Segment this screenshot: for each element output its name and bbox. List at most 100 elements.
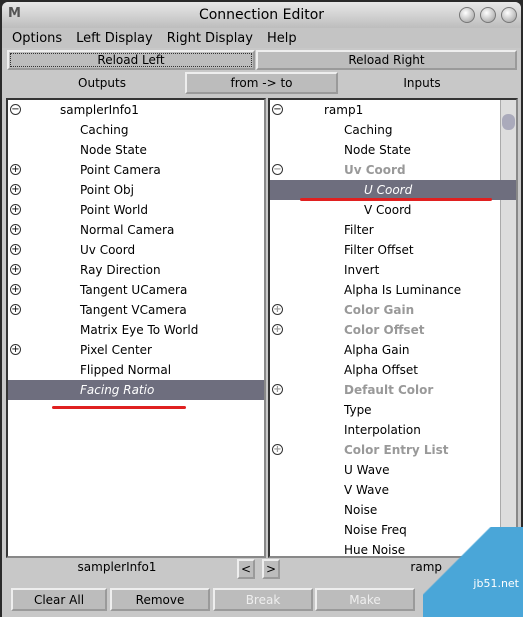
list-item[interactable]: + Point World (8, 200, 264, 220)
reload-left-button[interactable]: Reload Left (7, 50, 255, 70)
list-item[interactable]: Node State (270, 140, 516, 160)
item-label: Facing Ratio (80, 383, 155, 397)
collapse-icon[interactable]: − (272, 164, 283, 175)
expand-icon[interactable]: + (10, 184, 21, 195)
minimize-button[interactable] (459, 7, 475, 23)
item-label: Matrix Eye To World (80, 323, 199, 337)
menu-right-display[interactable]: Right Display (167, 31, 253, 46)
make-button[interactable]: Make (315, 588, 415, 611)
item-label: U Wave (344, 463, 390, 477)
list-item[interactable]: V Wave (270, 480, 516, 500)
item-label: Tangent VCamera (80, 303, 187, 317)
item-label: Noise (344, 503, 378, 517)
expand-icon[interactable]: + (10, 204, 21, 215)
expand-icon[interactable]: + (10, 304, 21, 315)
list-item[interactable]: + Default Color (270, 380, 516, 400)
list-item[interactable]: + Point Obj (8, 180, 264, 200)
item-label: samplerInfo1 (60, 103, 139, 117)
item-label: Default Color (344, 383, 434, 397)
list-item[interactable]: Matrix Eye To World (8, 320, 264, 340)
menu-left-display[interactable]: Left Display (76, 31, 153, 46)
menu-options[interactable]: Options (12, 31, 62, 46)
expand-icon[interactable]: + (272, 384, 283, 395)
list-item[interactable]: − ramp1 (270, 100, 516, 120)
expand-icon[interactable]: + (10, 284, 21, 295)
collapse-icon[interactable]: − (10, 104, 21, 115)
title-bar: M Connection Editor (2, 2, 521, 28)
item-label: Caching (344, 123, 393, 137)
list-item[interactable]: − samplerInfo1 (8, 100, 264, 120)
list-item[interactable]: Type (270, 400, 516, 420)
inputs-list[interactable]: − ramp1 Caching Node State − Uv Coord U Coord V… (268, 98, 518, 558)
item-label: Point World (80, 203, 148, 217)
list-item[interactable]: + Color Entry List (270, 440, 516, 460)
item-label: Ray Direction (80, 263, 161, 277)
prev-button[interactable]: < (237, 559, 255, 579)
break-button[interactable]: Break (213, 588, 313, 611)
expand-icon[interactable]: + (272, 324, 283, 335)
item-label: Color Gain (344, 303, 415, 317)
item-label: Interpolation (344, 423, 421, 437)
window-title: Connection Editor (198, 7, 325, 23)
expand-icon[interactable]: + (10, 344, 21, 355)
list-item[interactable]: U Wave (270, 460, 516, 480)
item-label: Caching (80, 123, 129, 137)
reload-right-button[interactable]: Reload Right (256, 50, 517, 70)
list-item[interactable]: + Color Gain (270, 300, 516, 320)
list-item[interactable]: + Pixel Center (8, 340, 264, 360)
list-item[interactable]: + Tangent VCamera (8, 300, 264, 320)
list-item[interactable]: Alpha Is Luminance (270, 280, 516, 300)
expand-icon[interactable]: + (10, 264, 21, 275)
list-item[interactable]: − Uv Coord (270, 160, 516, 180)
list-item[interactable]: Alpha Offset (270, 360, 516, 380)
list-item[interactable]: Interpolation (270, 420, 516, 440)
item-label: Color Offset (344, 323, 425, 337)
item-label: Hue Noise (344, 543, 406, 557)
list-item[interactable]: + Ray Direction (8, 260, 264, 280)
expand-icon[interactable]: + (10, 224, 21, 235)
list-item[interactable]: Flipped Normal (8, 360, 264, 380)
item-label: Color Entry List (344, 443, 449, 457)
list-item[interactable]: V Coord (270, 200, 516, 220)
menu-help[interactable]: Help (267, 31, 297, 46)
from-to-button[interactable]: from -> to (185, 72, 338, 94)
list-item[interactable]: Facing Ratio (8, 380, 264, 400)
close-button[interactable] (501, 7, 517, 23)
outputs-list[interactable]: − samplerInfo1 Caching Node State + Point Cam… (6, 98, 266, 558)
expand-icon[interactable]: + (10, 164, 21, 175)
maximize-button[interactable] (480, 7, 496, 23)
list-item[interactable]: Caching (8, 120, 264, 140)
expand-icon[interactable]: + (10, 244, 21, 255)
item-label: Filter Offset (344, 243, 414, 257)
expand-icon[interactable]: + (272, 304, 283, 315)
outputs-label: Outputs (78, 76, 126, 90)
item-label: Alpha Gain (344, 343, 410, 357)
item-label: Flipped Normal (80, 363, 172, 377)
item-label: Node State (80, 143, 147, 157)
list-item[interactable]: Filter Offset (270, 240, 516, 260)
list-item[interactable]: + Tangent UCamera (8, 280, 264, 300)
item-label: Pixel Center (80, 343, 152, 357)
list-item[interactable]: Node State (8, 140, 264, 160)
menu-bar: Options Left Display Right Display Help (2, 28, 521, 48)
list-item[interactable]: Noise (270, 500, 516, 520)
left-node-label: samplerInfo1 (77, 560, 157, 574)
clear-all-button[interactable]: Clear All (11, 588, 107, 611)
list-item[interactable]: + Uv Coord (8, 240, 264, 260)
item-label: Type (344, 403, 372, 417)
list-item[interactable]: + Color Offset (270, 320, 516, 340)
list-item[interactable]: + Point Camera (8, 160, 264, 180)
next-button[interactable]: > (262, 559, 280, 579)
list-item[interactable]: + Normal Camera (8, 220, 264, 240)
list-item[interactable]: Filter (270, 220, 516, 240)
expand-icon[interactable]: + (272, 444, 283, 455)
item-label: Alpha Offset (344, 363, 418, 377)
list-item[interactable]: Alpha Gain (270, 340, 516, 360)
collapse-icon[interactable]: − (272, 104, 283, 115)
list-item[interactable]: Caching (270, 120, 516, 140)
remove-button[interactable]: Remove (110, 588, 210, 611)
inputs-label: Inputs (403, 76, 441, 90)
maya-logo-icon: M (8, 6, 21, 21)
list-item[interactable]: U Coord (270, 180, 516, 200)
list-item[interactable]: Invert (270, 260, 516, 280)
